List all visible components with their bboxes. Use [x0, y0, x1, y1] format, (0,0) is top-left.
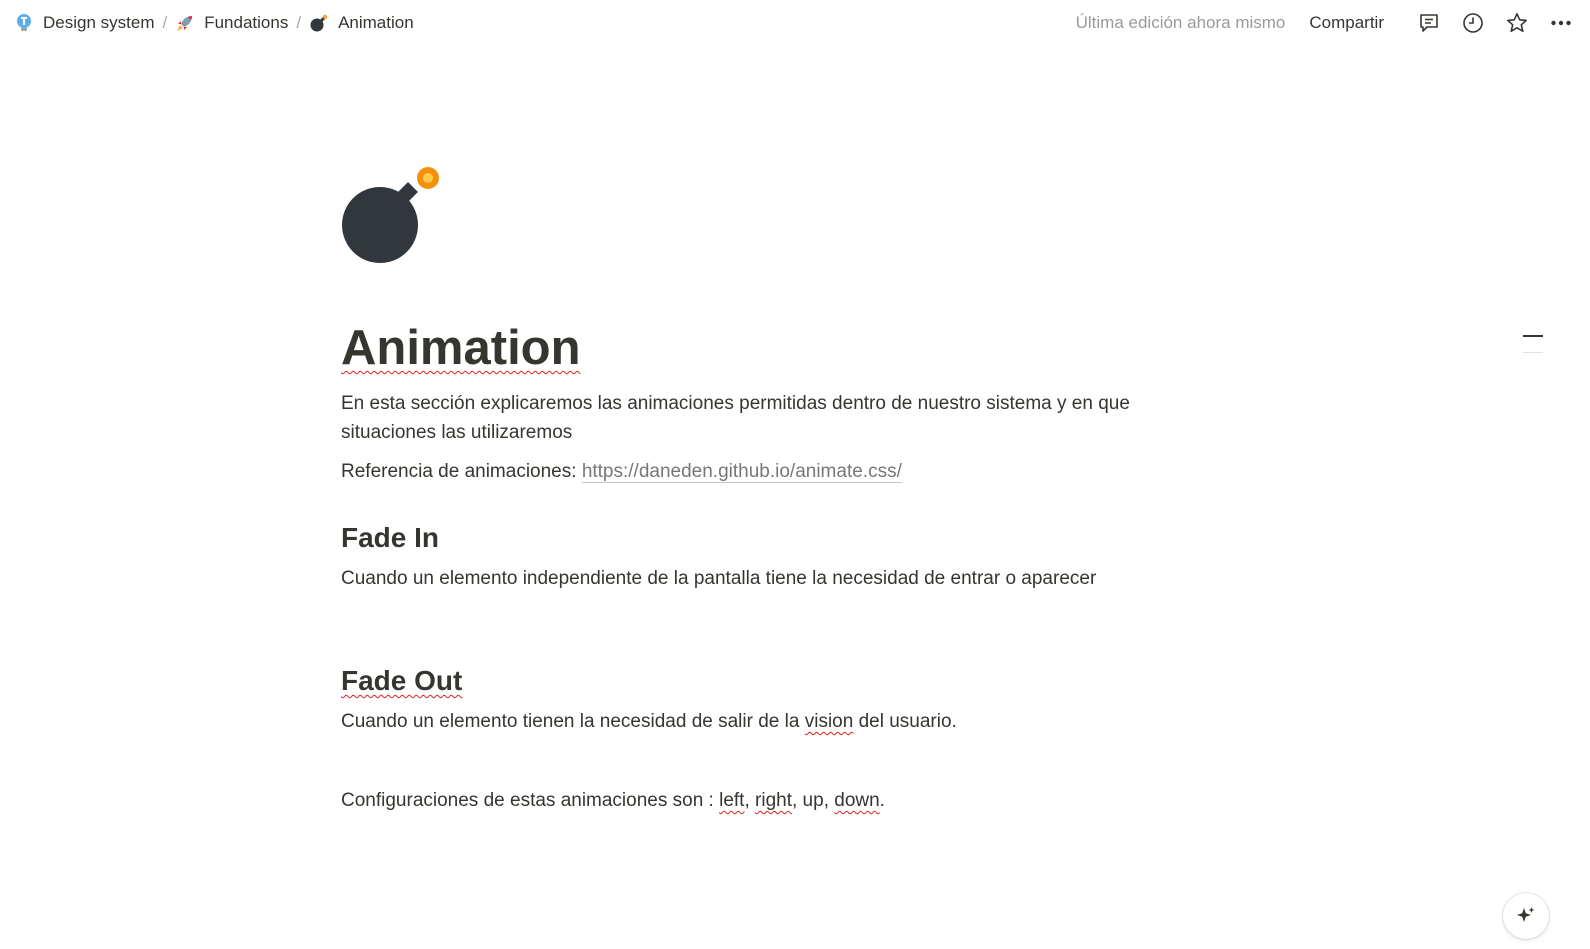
page-icon-bomb[interactable]	[338, 162, 446, 270]
config-option-right: right	[755, 790, 792, 811]
ai-assistant-button[interactable]	[1503, 893, 1549, 939]
config-option-down: down	[834, 790, 880, 811]
star-icon[interactable]	[1502, 8, 1532, 38]
config-separator: ,	[744, 790, 756, 811]
more-icon[interactable]	[1546, 8, 1576, 38]
page-title[interactable]: Animation	[341, 316, 581, 380]
breadcrumb: Design system / Fundations / Animation	[8, 11, 420, 35]
clock-icon[interactable]	[1458, 8, 1488, 38]
lightbulb-icon	[14, 13, 34, 33]
fade-in-paragraph[interactable]: Cuando un elemento independiente de la p…	[341, 564, 1171, 593]
heading-fade-in[interactable]: Fade In	[341, 518, 1171, 558]
breadcrumb-label: Design system	[43, 12, 155, 32]
spellcheck-word: vision	[804, 711, 854, 732]
reference-paragraph[interactable]: Referencia de animaciones: https://daned…	[341, 457, 1171, 486]
intro-paragraph[interactable]: En esta sección explicaremos las animaci…	[341, 389, 1171, 447]
reference-link[interactable]: https://daneden.github.io/animate.css/	[581, 461, 902, 483]
reference-label: Referencia de animaciones:	[341, 461, 582, 482]
page-content: En esta sección explicaremos las animaci…	[341, 389, 1171, 815]
config-suffix: .	[879, 790, 885, 811]
fade-out-paragraph[interactable]: Cuando un elemento tienen la necesidad d…	[341, 707, 1171, 736]
fade-out-text: del usuario.	[853, 711, 957, 732]
toolbar: Última edición ahora mismo Compartir	[1076, 8, 1576, 38]
heading-fade-out[interactable]: Fade Out	[341, 661, 1171, 701]
config-paragraph[interactable]: Configuraciones de estas animaciones son…	[341, 786, 1171, 815]
config-prefix: Configuraciones de estas animaciones son…	[341, 790, 720, 811]
breadcrumb-item-design-system[interactable]: Design system	[8, 11, 160, 35]
share-button[interactable]: Compartir	[1309, 13, 1384, 33]
sparkle-icon	[1517, 907, 1535, 922]
table-of-contents-marker-active[interactable]	[1523, 335, 1543, 337]
comment-icon[interactable]	[1414, 8, 1444, 38]
fade-out-text: Cuando un elemento tienen la necesidad d…	[341, 711, 805, 732]
rocket-icon	[175, 13, 195, 33]
config-option-left: left	[719, 790, 745, 811]
breadcrumb-separator: /	[162, 12, 168, 32]
breadcrumb-separator: /	[296, 12, 302, 32]
breadcrumb-item-fundations[interactable]: Fundations	[169, 11, 294, 35]
table-of-contents-marker[interactable]	[1523, 352, 1543, 353]
top-bar: Design system / Fundations / Animation Ú…	[0, 0, 1590, 45]
breadcrumb-label: Animation	[338, 12, 414, 32]
breadcrumb-label: Fundations	[204, 12, 289, 32]
breadcrumb-item-animation[interactable]: Animation	[303, 11, 420, 35]
config-separator: , up,	[792, 790, 835, 811]
last-edit-status: Última edición ahora mismo	[1075, 12, 1286, 32]
bomb-icon	[342, 167, 439, 263]
bomb-icon	[309, 13, 329, 33]
